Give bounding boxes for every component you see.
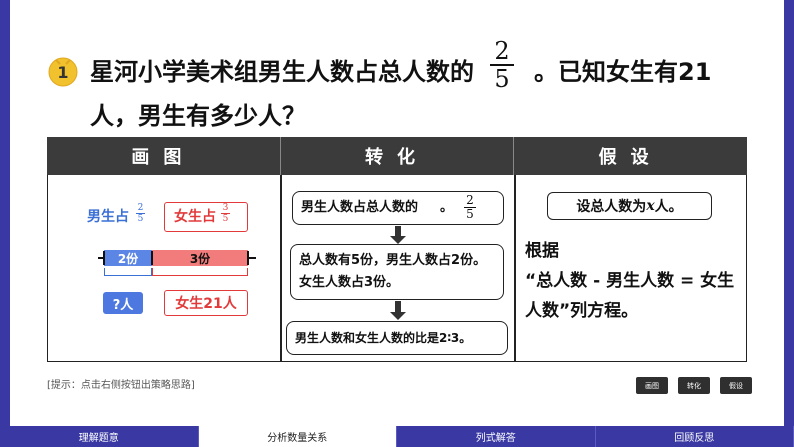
question-number-badge: 1 [48, 57, 78, 87]
girl-share-fraction: 35 [221, 203, 230, 224]
boy-unknown-tag: ?人 [103, 292, 143, 314]
segment-tick [247, 251, 249, 265]
arrow-down-icon [395, 301, 401, 312]
boy-brace [104, 268, 152, 276]
column-divider [514, 175, 516, 362]
question-fraction: 2 5 [490, 38, 514, 92]
question-line-1-before: 星河小学美术组男生人数占总人数的 [90, 58, 474, 86]
nav-analyze[interactable]: 分析数量关系 [198, 426, 397, 447]
convert-step-1-fraction: 25 [464, 194, 476, 221]
convert-step-3: 男生人数和女生人数的比是2∶3。 [286, 321, 508, 355]
girl-brace [152, 268, 248, 276]
header-assume: 假设 [598, 147, 663, 168]
boy-share-fraction: 25 [136, 203, 145, 224]
hint-text: [提示：点击右侧按钮出策略思路] [47, 380, 195, 391]
assume-button[interactable]: 假设 [720, 377, 752, 394]
bottom-nav: 理解题意 分析数量关系 列式解答 回顾反思 [0, 426, 794, 447]
question-line-1: 星河小学美术组男生人数占总人数的 。已知女生有21 [90, 52, 711, 92]
assume-box: 设总人数为 x 人。 [547, 192, 712, 220]
arrow-down-icon [390, 236, 406, 244]
girl-segment: 3份 [152, 250, 248, 266]
convert-step-2: 总人数有5份，男生人数占2份。 女生人数占3份。 [290, 244, 504, 300]
girl-share-label: 女生占 [174, 209, 216, 225]
question-number: 1 [57, 63, 68, 82]
segment-tick [103, 251, 105, 265]
boy-share-label: 男生占 [87, 209, 129, 225]
question-line-1-after: 。已知女生有21 [534, 58, 712, 86]
header-draw: 画图 [47, 137, 281, 175]
strategy-table-header: 画图 转化 假设 [47, 137, 747, 175]
question-line-2: 人，男生有多少人？ [90, 102, 306, 130]
column-divider [280, 175, 282, 362]
convert-button[interactable]: 转化 [678, 377, 710, 394]
nav-understand[interactable]: 理解题意 [0, 426, 199, 447]
nav-solve[interactable]: 列式解答 [397, 426, 596, 447]
draw-button[interactable]: 画图 [636, 377, 668, 394]
question-fraction-denominator: 5 [494, 64, 510, 93]
boy-segment: 2份 [104, 250, 152, 266]
segment-tick [151, 251, 153, 265]
arrow-down-icon [390, 312, 406, 320]
arrow-down-icon [395, 226, 401, 236]
header-convert: 转化 [281, 137, 515, 175]
question-fraction-numerator: 2 [494, 37, 510, 65]
nav-review[interactable]: 回顾反思 [596, 426, 794, 447]
girl-count-tag: 女生21人 [164, 290, 248, 316]
assume-explanation: 根据 “总人数 - 男生人数 = 女生 人数”列方程。 [525, 241, 735, 321]
